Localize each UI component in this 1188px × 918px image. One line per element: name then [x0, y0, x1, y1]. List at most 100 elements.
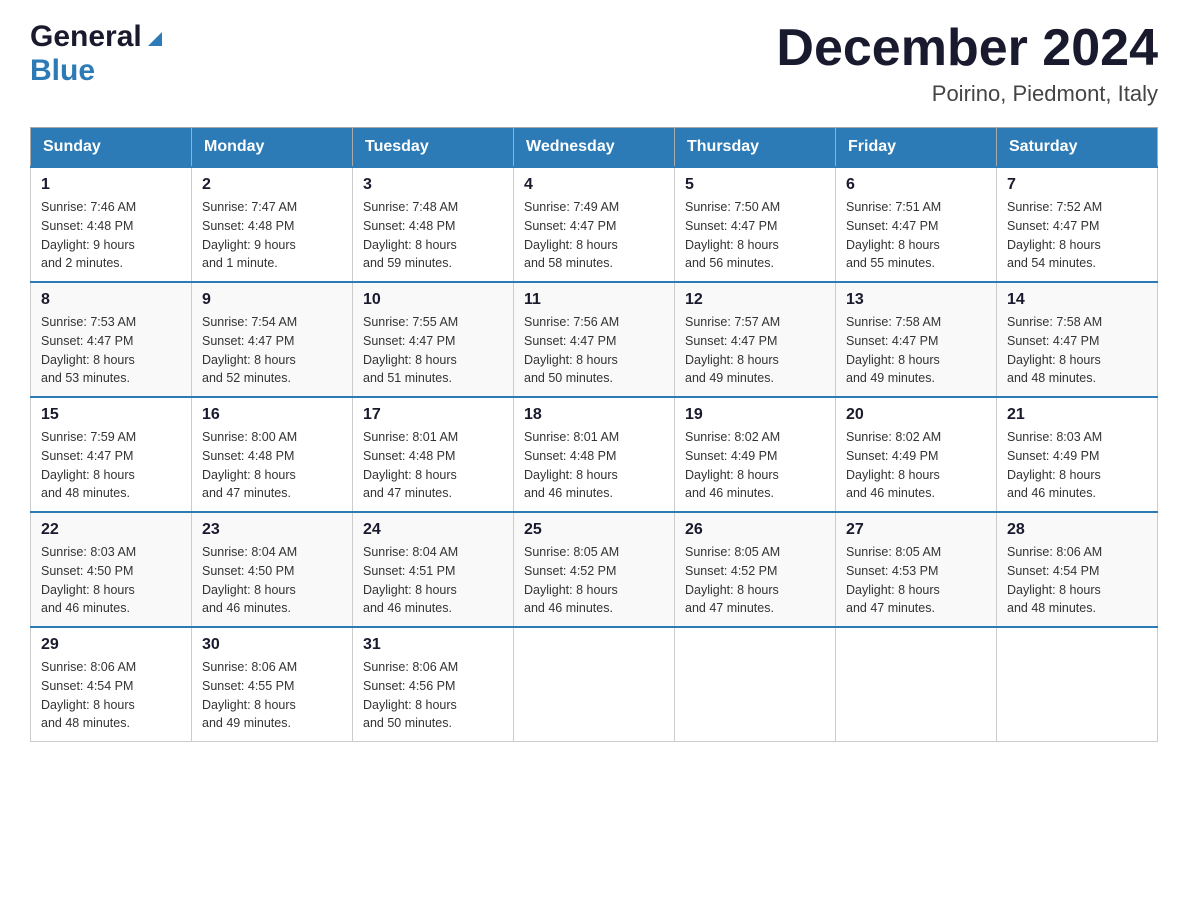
- day-info: Sunrise: 8:06 AMSunset: 4:55 PMDaylight:…: [202, 658, 342, 733]
- cell-w2-d1: 8 Sunrise: 7:53 AMSunset: 4:47 PMDayligh…: [31, 282, 192, 397]
- day-info: Sunrise: 8:02 AMSunset: 4:49 PMDaylight:…: [846, 428, 986, 503]
- day-number: 13: [846, 291, 986, 309]
- cell-w5-d6: [836, 627, 997, 742]
- day-number: 31: [363, 636, 503, 654]
- day-info: Sunrise: 8:06 AMSunset: 4:54 PMDaylight:…: [1007, 543, 1147, 618]
- cell-w3-d2: 16 Sunrise: 8:00 AMSunset: 4:48 PMDaylig…: [192, 397, 353, 512]
- day-info: Sunrise: 7:56 AMSunset: 4:47 PMDaylight:…: [524, 313, 664, 388]
- day-info: Sunrise: 8:04 AMSunset: 4:51 PMDaylight:…: [363, 543, 503, 618]
- day-info: Sunrise: 7:50 AMSunset: 4:47 PMDaylight:…: [685, 198, 825, 273]
- location-text: Poirino, Piedmont, Italy: [776, 81, 1158, 107]
- cell-w1-d3: 3 Sunrise: 7:48 AMSunset: 4:48 PMDayligh…: [353, 167, 514, 282]
- col-sunday: Sunday: [31, 128, 192, 168]
- cell-w5-d5: [675, 627, 836, 742]
- day-number: 29: [41, 636, 181, 654]
- col-friday: Friday: [836, 128, 997, 168]
- logo-triangle-icon: [144, 28, 166, 50]
- day-number: 8: [41, 291, 181, 309]
- day-number: 24: [363, 521, 503, 539]
- day-number: 30: [202, 636, 342, 654]
- cell-w3-d7: 21 Sunrise: 8:03 AMSunset: 4:49 PMDaylig…: [997, 397, 1158, 512]
- day-number: 14: [1007, 291, 1147, 309]
- cell-w3-d3: 17 Sunrise: 8:01 AMSunset: 4:48 PMDaylig…: [353, 397, 514, 512]
- day-number: 3: [363, 176, 503, 194]
- day-info: Sunrise: 8:06 AMSunset: 4:54 PMDaylight:…: [41, 658, 181, 733]
- day-info: Sunrise: 7:49 AMSunset: 4:47 PMDaylight:…: [524, 198, 664, 273]
- day-number: 18: [524, 406, 664, 424]
- day-number: 4: [524, 176, 664, 194]
- col-thursday: Thursday: [675, 128, 836, 168]
- cell-w3-d1: 15 Sunrise: 7:59 AMSunset: 4:47 PMDaylig…: [31, 397, 192, 512]
- cell-w2-d7: 14 Sunrise: 7:58 AMSunset: 4:47 PMDaylig…: [997, 282, 1158, 397]
- day-info: Sunrise: 8:01 AMSunset: 4:48 PMDaylight:…: [524, 428, 664, 503]
- day-number: 7: [1007, 176, 1147, 194]
- day-number: 28: [1007, 521, 1147, 539]
- cell-w2-d3: 10 Sunrise: 7:55 AMSunset: 4:47 PMDaylig…: [353, 282, 514, 397]
- day-number: 19: [685, 406, 825, 424]
- cell-w1-d6: 6 Sunrise: 7:51 AMSunset: 4:47 PMDayligh…: [836, 167, 997, 282]
- week-row-1: 1 Sunrise: 7:46 AMSunset: 4:48 PMDayligh…: [31, 167, 1158, 282]
- col-wednesday: Wednesday: [514, 128, 675, 168]
- day-info: Sunrise: 7:51 AMSunset: 4:47 PMDaylight:…: [846, 198, 986, 273]
- cell-w5-d2: 30 Sunrise: 8:06 AMSunset: 4:55 PMDaylig…: [192, 627, 353, 742]
- day-info: Sunrise: 7:47 AMSunset: 4:48 PMDaylight:…: [202, 198, 342, 273]
- cell-w2-d2: 9 Sunrise: 7:54 AMSunset: 4:47 PMDayligh…: [192, 282, 353, 397]
- day-number: 12: [685, 291, 825, 309]
- day-info: Sunrise: 8:04 AMSunset: 4:50 PMDaylight:…: [202, 543, 342, 618]
- week-row-2: 8 Sunrise: 7:53 AMSunset: 4:47 PMDayligh…: [31, 282, 1158, 397]
- cell-w2-d4: 11 Sunrise: 7:56 AMSunset: 4:47 PMDaylig…: [514, 282, 675, 397]
- cell-w5-d7: [997, 627, 1158, 742]
- cell-w4-d4: 25 Sunrise: 8:05 AMSunset: 4:52 PMDaylig…: [514, 512, 675, 627]
- day-number: 10: [363, 291, 503, 309]
- week-row-3: 15 Sunrise: 7:59 AMSunset: 4:47 PMDaylig…: [31, 397, 1158, 512]
- col-tuesday: Tuesday: [353, 128, 514, 168]
- day-number: 27: [846, 521, 986, 539]
- day-number: 15: [41, 406, 181, 424]
- day-number: 20: [846, 406, 986, 424]
- cell-w3-d5: 19 Sunrise: 8:02 AMSunset: 4:49 PMDaylig…: [675, 397, 836, 512]
- day-info: Sunrise: 8:03 AMSunset: 4:49 PMDaylight:…: [1007, 428, 1147, 503]
- cell-w1-d1: 1 Sunrise: 7:46 AMSunset: 4:48 PMDayligh…: [31, 167, 192, 282]
- day-info: Sunrise: 8:05 AMSunset: 4:53 PMDaylight:…: [846, 543, 986, 618]
- col-monday: Monday: [192, 128, 353, 168]
- week-row-4: 22 Sunrise: 8:03 AMSunset: 4:50 PMDaylig…: [31, 512, 1158, 627]
- day-info: Sunrise: 8:05 AMSunset: 4:52 PMDaylight:…: [685, 543, 825, 618]
- day-info: Sunrise: 7:55 AMSunset: 4:47 PMDaylight:…: [363, 313, 503, 388]
- day-info: Sunrise: 7:48 AMSunset: 4:48 PMDaylight:…: [363, 198, 503, 273]
- day-number: 2: [202, 176, 342, 194]
- cell-w4-d5: 26 Sunrise: 8:05 AMSunset: 4:52 PMDaylig…: [675, 512, 836, 627]
- cell-w5-d4: [514, 627, 675, 742]
- cell-w1-d2: 2 Sunrise: 7:47 AMSunset: 4:48 PMDayligh…: [192, 167, 353, 282]
- day-info: Sunrise: 7:52 AMSunset: 4:47 PMDaylight:…: [1007, 198, 1147, 273]
- day-info: Sunrise: 7:58 AMSunset: 4:47 PMDaylight:…: [1007, 313, 1147, 388]
- day-info: Sunrise: 7:46 AMSunset: 4:48 PMDaylight:…: [41, 198, 181, 273]
- day-info: Sunrise: 8:02 AMSunset: 4:49 PMDaylight:…: [685, 428, 825, 503]
- page-header: General Blue December 2024 Poirino, Pied…: [30, 20, 1158, 107]
- cell-w4-d7: 28 Sunrise: 8:06 AMSunset: 4:54 PMDaylig…: [997, 512, 1158, 627]
- day-number: 21: [1007, 406, 1147, 424]
- cell-w4-d2: 23 Sunrise: 8:04 AMSunset: 4:50 PMDaylig…: [192, 512, 353, 627]
- logo-general-text: General: [30, 20, 142, 54]
- day-number: 6: [846, 176, 986, 194]
- day-number: 26: [685, 521, 825, 539]
- cell-w5-d3: 31 Sunrise: 8:06 AMSunset: 4:56 PMDaylig…: [353, 627, 514, 742]
- calendar-table: Sunday Monday Tuesday Wednesday Thursday…: [30, 127, 1158, 742]
- day-info: Sunrise: 8:03 AMSunset: 4:50 PMDaylight:…: [41, 543, 181, 618]
- cell-w4-d1: 22 Sunrise: 8:03 AMSunset: 4:50 PMDaylig…: [31, 512, 192, 627]
- day-number: 25: [524, 521, 664, 539]
- day-number: 5: [685, 176, 825, 194]
- day-info: Sunrise: 7:54 AMSunset: 4:47 PMDaylight:…: [202, 313, 342, 388]
- day-number: 1: [41, 176, 181, 194]
- week-row-5: 29 Sunrise: 8:06 AMSunset: 4:54 PMDaylig…: [31, 627, 1158, 742]
- day-number: 9: [202, 291, 342, 309]
- day-info: Sunrise: 7:53 AMSunset: 4:47 PMDaylight:…: [41, 313, 181, 388]
- day-info: Sunrise: 8:01 AMSunset: 4:48 PMDaylight:…: [363, 428, 503, 503]
- cell-w4-d3: 24 Sunrise: 8:04 AMSunset: 4:51 PMDaylig…: [353, 512, 514, 627]
- day-number: 17: [363, 406, 503, 424]
- day-info: Sunrise: 8:05 AMSunset: 4:52 PMDaylight:…: [524, 543, 664, 618]
- title-area: December 2024 Poirino, Piedmont, Italy: [776, 20, 1158, 107]
- cell-w3-d6: 20 Sunrise: 8:02 AMSunset: 4:49 PMDaylig…: [836, 397, 997, 512]
- logo: General Blue: [30, 20, 166, 88]
- day-info: Sunrise: 8:00 AMSunset: 4:48 PMDaylight:…: [202, 428, 342, 503]
- day-number: 16: [202, 406, 342, 424]
